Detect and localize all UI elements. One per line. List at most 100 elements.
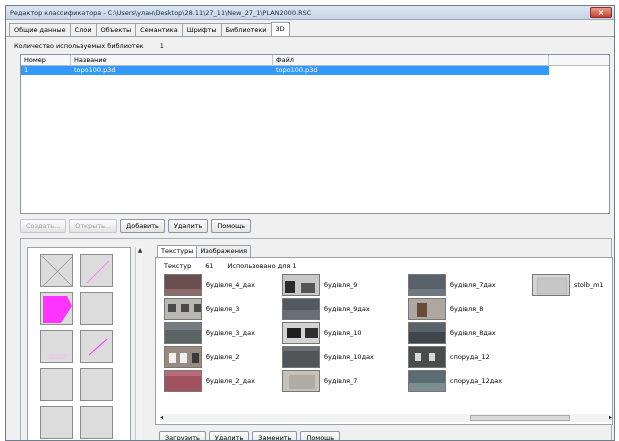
texture-count-label: Текстур: [164, 262, 192, 270]
palette-cell-empty-1[interactable]: [80, 292, 113, 325]
texture-label: будівля_3: [206, 305, 240, 313]
texture-thumbnail: [408, 298, 446, 320]
texture-thumbnail: [282, 346, 320, 368]
texture-panel: Текстур 61 Использовано для 1 будівля_4_…: [155, 257, 613, 425]
column-header-number[interactable]: Номер: [21, 55, 71, 66]
texture-thumbnail: [532, 274, 570, 296]
tab-divider: [6, 36, 614, 37]
texture-label: споруда_12: [450, 353, 490, 361]
symbol-palette: [27, 247, 131, 440]
classifier-editor-window: Редактор классификатора - C:\Users\улан\…: [5, 5, 615, 441]
magenta-line-icon: [88, 338, 108, 356]
texture-label: споруда_12дах: [450, 377, 503, 385]
replace-button[interactable]: Заменить: [252, 431, 298, 440]
texture-label: будівля_8: [450, 305, 484, 313]
palette-cell-empty-2[interactable]: [80, 368, 113, 401]
palette-cell-empty-4[interactable]: [80, 406, 113, 439]
library-3d-panel: ▲ Текстуры Изображения Текстур 61 Исполь…: [20, 238, 613, 440]
texture-info: Текстур 61 Использовано для 1: [164, 262, 310, 270]
tab-objects[interactable]: Объекты: [95, 23, 137, 36]
palette-cell-line[interactable]: [80, 330, 113, 363]
pink-lines-icon: [47, 354, 67, 359]
texture-scrollbar[interactable]: ◂ ▸: [160, 414, 612, 422]
library-count-label: Количество используемых библиотек: [14, 42, 144, 50]
texture-help-button[interactable]: Помощь: [300, 431, 341, 440]
tab-libraries[interactable]: Библиотеки: [220, 23, 272, 36]
palette-cell-dots[interactable]: [40, 368, 73, 401]
texture-label: будівля_3_дах: [206, 329, 256, 337]
texture-label: будівля_8дах: [450, 329, 496, 337]
create-button[interactable]: Создать...: [20, 219, 67, 233]
texture-thumbnail: [282, 370, 320, 392]
palette-cell-pink[interactable]: [40, 330, 73, 363]
texture-label: stolb_m1: [574, 281, 604, 289]
palette-scrollbar[interactable]: ▲: [135, 247, 144, 440]
tab-general[interactable]: Общие данные: [9, 23, 71, 36]
palette-cell-empty-3[interactable]: [40, 406, 73, 439]
texture-label: будівля_7дах: [450, 281, 496, 289]
tab-textures[interactable]: Текстуры: [157, 245, 198, 257]
texture-thumbnail: [282, 322, 320, 344]
texture-label: будівля_2: [206, 353, 240, 361]
column-header-file[interactable]: Файл: [273, 55, 549, 66]
diagonal-line-icon: [86, 260, 110, 284]
remove-button[interactable]: Удалить: [167, 219, 209, 233]
add-button[interactable]: Добавить: [120, 219, 165, 233]
help-button[interactable]: Помощь: [211, 219, 252, 233]
texture-label: будівля_10дах: [324, 353, 374, 361]
tab-images[interactable]: Изображения: [196, 245, 252, 257]
delete-button[interactable]: Удалить: [208, 431, 250, 440]
scroll-thumb[interactable]: [470, 415, 570, 421]
texture-label: будівля_2_дах: [206, 377, 256, 385]
window-title: Редактор классификатора - C:\Users\улан\…: [10, 9, 312, 17]
texture-thumbnail: [164, 274, 202, 296]
library-count: Количество используемых библиотек 1: [14, 42, 164, 50]
texture-thumbnail: [282, 298, 320, 320]
scroll-right-arrow-icon[interactable]: ▸: [609, 414, 612, 422]
main-tabs: Общие данные Слои Объекты Семантика Шриф…: [9, 22, 290, 36]
cross-lines-icon: [41, 255, 74, 288]
texture-thumbnail: [164, 298, 202, 320]
row-file: topo100.p3d: [276, 66, 318, 74]
scroll-left-arrow-icon[interactable]: ◂: [160, 414, 163, 422]
row-number: 1: [24, 66, 29, 74]
texture-tabs: Текстуры Изображения: [157, 245, 252, 257]
column-header-name[interactable]: Название: [71, 55, 273, 66]
texture-thumbnail: [164, 370, 202, 392]
load-button[interactable]: Загрузить: [159, 431, 206, 440]
magenta-shape-icon: [43, 296, 72, 323]
palette-cell-magenta[interactable]: [40, 292, 73, 325]
library-table: Номер Название Файл 1 topo100.p3d topo10…: [20, 54, 610, 214]
table-row[interactable]: 1 topo100.p3d topo100.p3d: [21, 66, 549, 75]
library-buttons: Создать... Открыть... Добавить Удалить П…: [20, 219, 254, 233]
texture-label: будівля_9дах: [324, 305, 370, 313]
close-button[interactable]: ×: [590, 7, 612, 18]
texture-thumbnail: [408, 274, 446, 296]
texture-thumbnail: [408, 322, 446, 344]
texture-label: будівля_10: [324, 329, 362, 337]
texture-count-value: 61: [205, 262, 214, 270]
table-header: Номер Название Файл: [21, 55, 609, 66]
title-bar[interactable]: Редактор классификатора - C:\Users\улан\…: [6, 6, 614, 20]
texture-thumbnail: [164, 346, 202, 368]
texture-label: будівля_7: [324, 377, 358, 385]
dotted-pattern-icon: [51, 384, 64, 386]
tab-3d[interactable]: 3D: [270, 22, 290, 36]
row-name: topo100.p3d: [74, 66, 116, 74]
tab-semantics[interactable]: Семантика: [135, 23, 183, 36]
scroll-up-arrow-icon[interactable]: ▲: [136, 247, 144, 255]
texture-label: будівля_4_дах: [206, 281, 256, 289]
texture-buttons: Загрузить Удалить Заменить Помощь: [159, 431, 343, 440]
texture-thumbnail: [282, 274, 320, 296]
texture-thumbnail: [408, 346, 446, 368]
palette-cell-cross[interactable]: [40, 254, 74, 288]
library-count-value: 1: [159, 42, 164, 50]
texture-label: будівля_9: [324, 281, 358, 289]
texture-thumbnail: [164, 322, 202, 344]
texture-used-label: Использовано для 1: [227, 262, 297, 270]
tab-layers[interactable]: Слои: [69, 23, 97, 36]
tab-fonts[interactable]: Шрифты: [181, 23, 222, 36]
open-button[interactable]: Открыть...: [69, 219, 118, 233]
texture-thumbnail: [408, 370, 446, 392]
palette-cell-diagonal[interactable]: [80, 254, 113, 287]
